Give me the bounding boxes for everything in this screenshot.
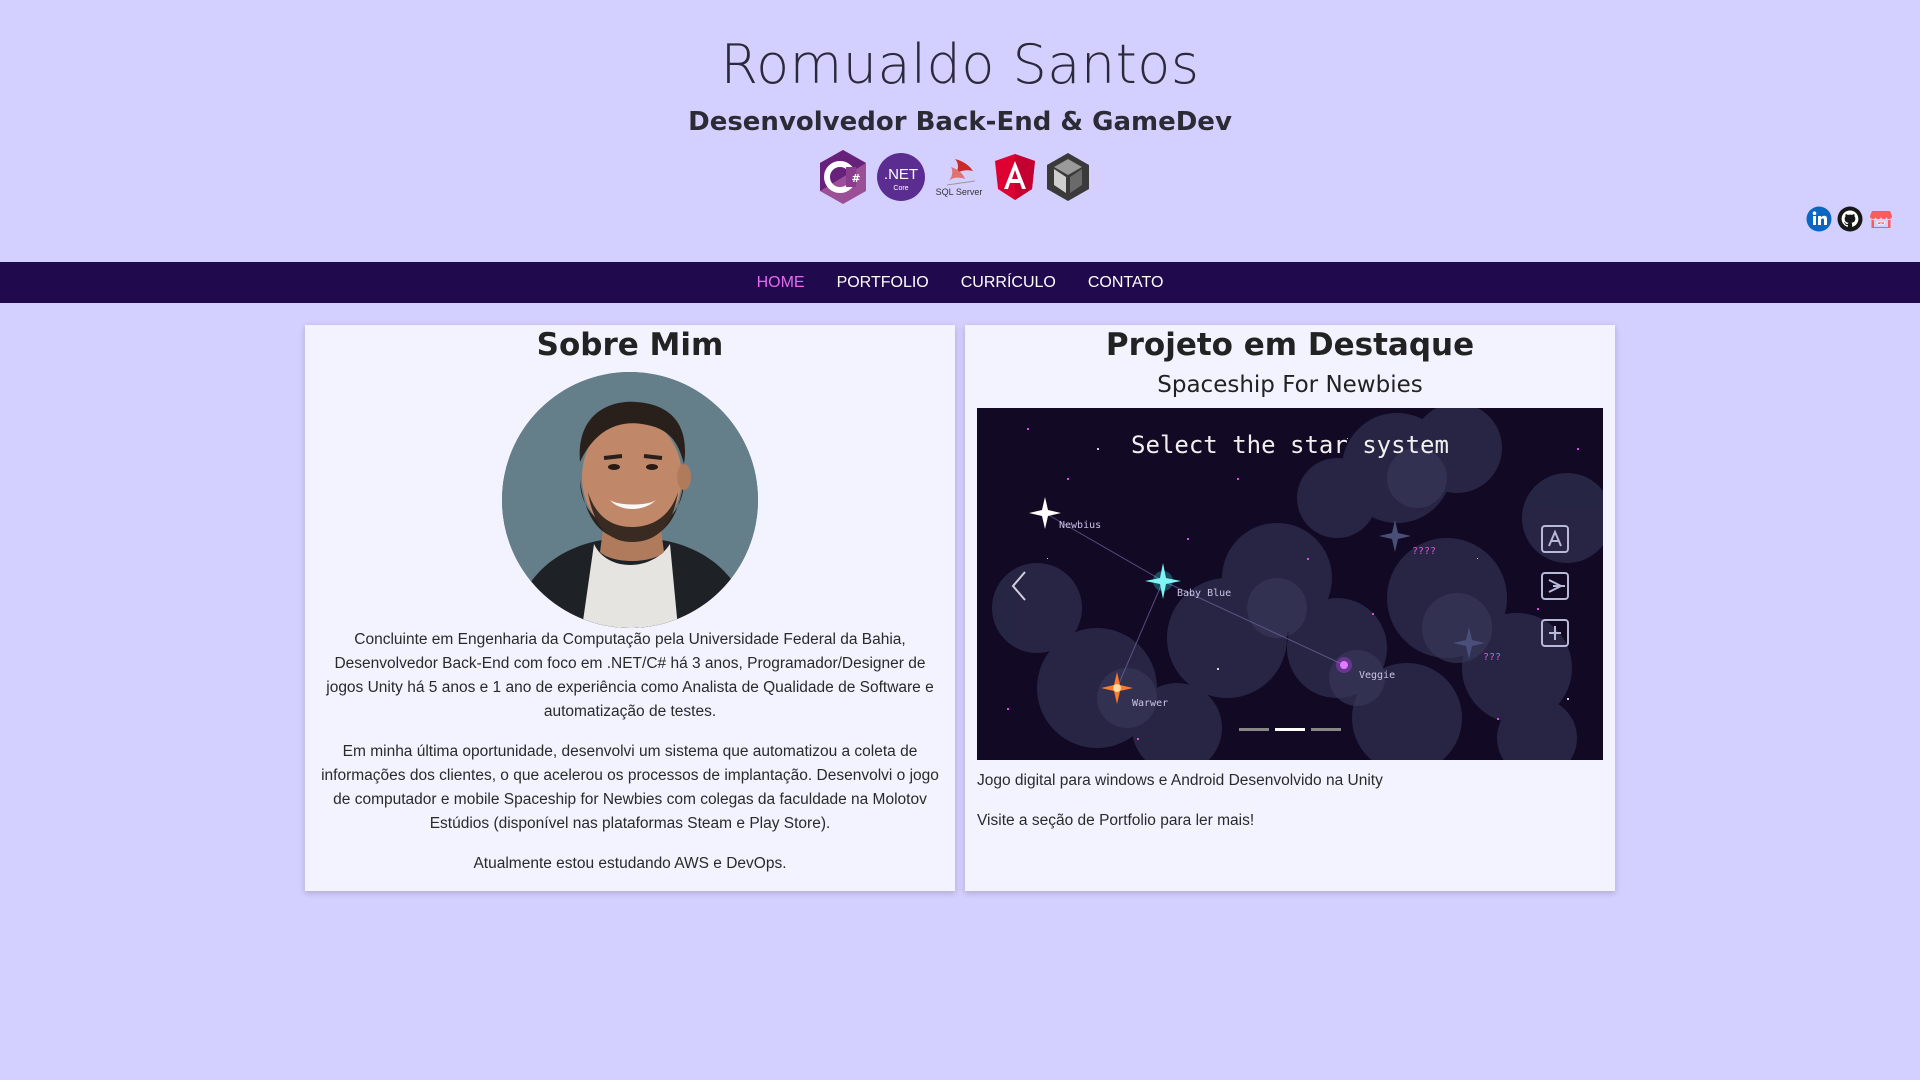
project-carousel[interactable]: Select the star system Newbius Baby Blue… bbox=[977, 408, 1603, 760]
about-paragraph: Em minha última oportunidade, desenvolvi… bbox=[321, 743, 939, 832]
project-summary: Jogo digital para windows e Android Dese… bbox=[977, 772, 1383, 789]
svg-text:Warwer: Warwer bbox=[1132, 698, 1168, 709]
csharp-icon: # bbox=[818, 149, 868, 205]
site-header: Romualdo Santos Desenvolvedor Back-End &… bbox=[0, 0, 1920, 262]
site-title: Romualdo Santos bbox=[720, 33, 1200, 96]
svg-text:.NET: .NET bbox=[883, 166, 917, 183]
unity-icon bbox=[1044, 151, 1092, 203]
svg-text:Select the star system: Select the star system bbox=[1131, 431, 1449, 459]
project-description: Jogo digital para windows e Android Dese… bbox=[977, 769, 1603, 849]
svg-text:????: ???? bbox=[1412, 546, 1436, 557]
nav-contato[interactable]: CONTATO bbox=[1088, 274, 1164, 292]
about-text: Concluinte em Engenharia da Computação p… bbox=[317, 628, 943, 892]
svg-text:???: ??? bbox=[1483, 652, 1501, 663]
avatar bbox=[502, 372, 758, 628]
portfolio-cta: Visite a seção de Portfolio para ler mai… bbox=[977, 812, 1255, 829]
svg-text:Veggie: Veggie bbox=[1359, 670, 1395, 681]
dotnet-core-icon: .NET Core bbox=[876, 152, 926, 202]
carousel-indicator[interactable] bbox=[1311, 728, 1341, 731]
carousel-indicator-active[interactable] bbox=[1275, 728, 1305, 731]
angular-icon bbox=[993, 153, 1037, 201]
nav-portfolio[interactable]: PORTFOLIO bbox=[837, 274, 929, 292]
about-card: Sobre Mim Concluinte em Engenharia da Co… bbox=[305, 325, 955, 891]
carousel-indicators bbox=[1239, 728, 1341, 732]
featured-project-card: Projeto em Destaque Spaceship For Newbie… bbox=[965, 325, 1615, 891]
featured-title: Projeto em Destaque bbox=[1105, 327, 1475, 363]
project-name: Spaceship For Newbies bbox=[1157, 372, 1423, 398]
site-subtitle: Desenvolvedor Back-End & GameDev bbox=[688, 107, 1232, 137]
about-title: Sobre Mim bbox=[536, 327, 724, 363]
nav-curriculo[interactable]: CURRÍCULO bbox=[961, 274, 1056, 292]
about-paragraph: Atualmente estou estudando AWS e DevOps. bbox=[473, 855, 787, 872]
github-icon[interactable] bbox=[1837, 206, 1863, 232]
chevron-left-icon bbox=[1011, 571, 1026, 601]
nav-home[interactable]: HOME bbox=[757, 274, 805, 292]
carousel-prev-button[interactable] bbox=[1007, 568, 1031, 604]
svg-text:#: # bbox=[851, 172, 860, 185]
svg-text:SQL Server: SQL Server bbox=[936, 187, 983, 197]
svg-text:Newbius: Newbius bbox=[1059, 520, 1101, 531]
main-navbar: HOME PORTFOLIO CURRÍCULO CONTATO bbox=[0, 262, 1920, 303]
social-links bbox=[1806, 206, 1894, 232]
game-screenshot: Select the star system Newbius Baby Blue… bbox=[977, 408, 1603, 760]
tech-stack-icons: # .NET Core SQL Server bbox=[818, 148, 1092, 206]
sql-server-icon: SQL Server bbox=[933, 155, 985, 199]
carousel-indicator[interactable] bbox=[1239, 728, 1269, 731]
linkedin-icon[interactable] bbox=[1806, 206, 1832, 232]
about-paragraph: Concluinte em Engenharia da Computação p… bbox=[326, 631, 934, 720]
svg-text:Baby Blue: Baby Blue bbox=[1177, 588, 1231, 599]
itchio-icon[interactable] bbox=[1868, 206, 1894, 232]
svg-text:Core: Core bbox=[893, 185, 908, 192]
